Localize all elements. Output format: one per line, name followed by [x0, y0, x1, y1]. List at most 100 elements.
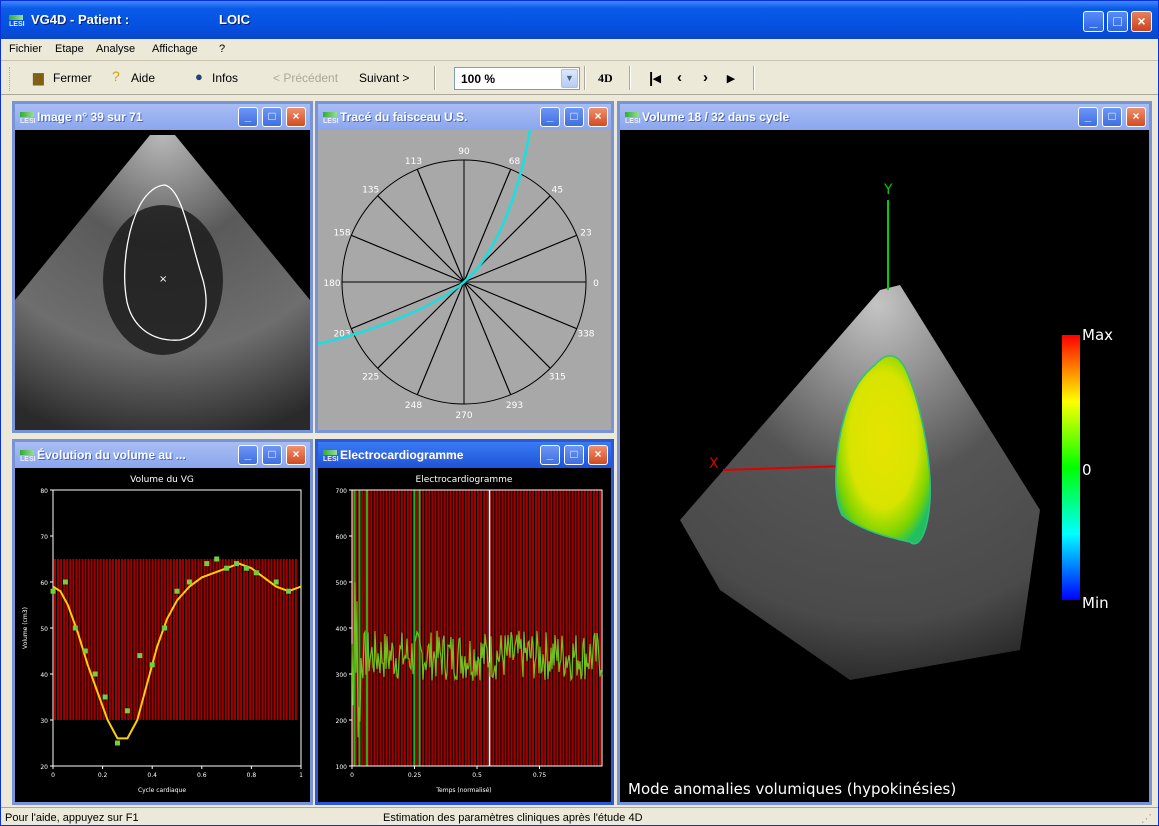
menu-bar: Fichier Etape Analyse Affichage ?	[1, 39, 1158, 61]
volume-sample-point	[273, 579, 279, 585]
x-tick-label: 0.25	[408, 772, 422, 779]
volume3d-window-titlebar[interactable]: LESI Volume 18 / 32 dans cycle _ □ ×	[620, 104, 1149, 130]
toolbar-separator	[434, 66, 436, 90]
volume3d-view[interactable]: Y X Max 0 Min Mode anomalies volumiques …	[620, 130, 1149, 802]
maximize-icon[interactable]: □	[1107, 11, 1128, 32]
trace-window-titlebar[interactable]: LESI Tracé du faisceau U.S. _ □ ×	[318, 104, 611, 130]
y-tick-label: 20	[40, 764, 48, 771]
y-tick-label: 200	[336, 718, 348, 725]
ecg-window-titlebar[interactable]: LESI Electrocardiogramme _ □ ×	[318, 442, 611, 468]
minimize-icon[interactable]: _	[540, 107, 560, 127]
chevron-down-icon[interactable]: ▼	[561, 69, 578, 88]
maximize-icon[interactable]: □	[564, 445, 584, 465]
title-bar[interactable]: LESI VG4D - Patient : LOIC _ □ ×	[1, 1, 1158, 39]
echo-image[interactable]: ×	[15, 130, 310, 430]
polar-angle-label: 248	[405, 401, 422, 411]
close-icon[interactable]: ×	[588, 107, 608, 127]
volume-sample-point	[149, 662, 155, 668]
zoom-select[interactable]: 100 % ▼	[454, 67, 580, 90]
close-button[interactable]: Fermer	[53, 71, 92, 85]
volume-sample-point	[124, 708, 130, 714]
beam-trace-panel[interactable]: 0 23 45 68 90 113 135 158 180 203 225 248 270 293 315 3…	[318, 130, 611, 430]
y-axis-label: Y	[883, 182, 893, 198]
x-tick-label: 0.6	[197, 772, 207, 779]
color-scale-bar	[1062, 335, 1080, 600]
ecg-chart: Electrocardiogramme 100 200 300 400 500 600 700…	[336, 475, 603, 794]
window-title: Electrocardiogramme	[340, 448, 464, 462]
x-axis-label: Temps (normalisé)	[435, 787, 491, 794]
center-marker: ×	[159, 274, 167, 285]
volume-sample-point	[214, 556, 220, 562]
polar-angle-label: 293	[506, 401, 523, 411]
evolution-window-titlebar[interactable]: LESI Évolution du volume au ... _ □ ×	[15, 442, 310, 468]
y-tick-label: 500	[336, 580, 348, 587]
volume-sample-point	[82, 648, 88, 654]
close-icon[interactable]: ×	[1131, 11, 1152, 32]
maximize-icon[interactable]: □	[262, 445, 282, 465]
close-icon[interactable]: ×	[286, 445, 306, 465]
step-back-icon[interactable]: ‹	[677, 69, 682, 86]
volume-sample-point	[224, 565, 230, 571]
maximize-icon[interactable]: □	[262, 107, 282, 127]
minimize-icon[interactable]: _	[1083, 11, 1104, 32]
next-button[interactable]: Suivant >	[359, 71, 409, 85]
y-tick-label: 80	[40, 488, 48, 495]
volume-evolution-window: LESI Évolution du volume au ... _ □ × Vo…	[12, 439, 313, 805]
4d-button[interactable]: 4D	[598, 71, 613, 86]
menu-affichage[interactable]: Affichage	[152, 43, 198, 55]
minimize-icon[interactable]: _	[238, 107, 258, 127]
volume-sample-point	[186, 579, 192, 585]
volume-sample-point	[243, 565, 249, 571]
volume-sample-point	[234, 561, 240, 567]
maximize-icon[interactable]: □	[1102, 107, 1122, 127]
previous-button[interactable]: < Précédent	[273, 71, 338, 85]
close-icon[interactable]: ×	[1126, 107, 1146, 127]
info-icon: ●	[195, 69, 203, 84]
image-window-titlebar[interactable]: LESI Image n° 39 sur 71 _ □ ×	[15, 104, 310, 130]
volume-chart-panel[interactable]: Volume du VG 20 30 40 50 60 70 80 0 0.2 0.4 0.6 0.8 1…	[15, 468, 310, 802]
mode-label: Mode anomalies volumiques (hypokinésies)	[628, 780, 956, 798]
scale-min-label: Min	[1082, 594, 1109, 612]
toolbar-separator	[753, 66, 755, 90]
volume-sample-point	[204, 561, 210, 567]
status-step-text: Estimation des paramètres cliniques aprè…	[383, 812, 643, 824]
y-tick-label: 700	[336, 488, 348, 495]
close-icon[interactable]: ×	[588, 445, 608, 465]
volume-sample-point	[253, 570, 259, 576]
maximize-icon[interactable]: □	[564, 107, 584, 127]
step-forward-icon[interactable]: ›	[703, 69, 708, 86]
x-tick-label: 0.8	[247, 772, 257, 779]
y-tick-label: 40	[40, 672, 48, 679]
chart-title: Electrocardiogramme	[416, 475, 513, 485]
info-button[interactable]: Infos	[212, 71, 238, 85]
volume-chart: Volume du VG 20 30 40 50 60 70 80 0 0.2 0.4 0.6 0.8 1…	[22, 475, 303, 794]
polar-angle-label: 225	[362, 372, 379, 382]
x-tick-label: 0.4	[147, 772, 157, 779]
minimize-icon[interactable]: _	[540, 445, 560, 465]
menu-fichier[interactable]: Fichier	[9, 43, 42, 55]
x-tick-label: 1	[299, 772, 303, 779]
first-frame-icon[interactable]: |◂	[649, 69, 661, 87]
scale-max-label: Max	[1082, 326, 1113, 344]
ecg-chart-panel[interactable]: Electrocardiogramme 100 200 300 400 500 600 700…	[318, 468, 611, 802]
polar-angle-label: 338	[577, 330, 594, 340]
menu-help[interactable]: ?	[219, 43, 225, 55]
window-title: Image n° 39 sur 71	[37, 110, 143, 124]
toolbar-grip[interactable]	[9, 67, 13, 91]
window-title: Volume 18 / 32 dans cycle	[642, 110, 790, 124]
minimize-icon[interactable]: _	[1078, 107, 1098, 127]
polar-angle-label: 315	[549, 372, 566, 382]
volume-sample-point	[92, 671, 98, 677]
help-button[interactable]: Aide	[131, 71, 155, 85]
menu-analyse[interactable]: Analyse	[96, 43, 135, 55]
volume-sample-point	[162, 625, 168, 631]
resize-grip-icon[interactable]: ⋰	[1141, 812, 1152, 825]
toolbar-separator	[629, 66, 631, 90]
volume-sample-point	[50, 588, 56, 594]
lesi-logo-icon: LESI	[20, 450, 36, 464]
menu-etape[interactable]: Etape	[55, 43, 84, 55]
x-axis-label: X	[709, 456, 719, 472]
play-icon[interactable]: ▸	[727, 69, 735, 87]
minimize-icon[interactable]: _	[238, 445, 258, 465]
close-icon[interactable]: ×	[286, 107, 306, 127]
